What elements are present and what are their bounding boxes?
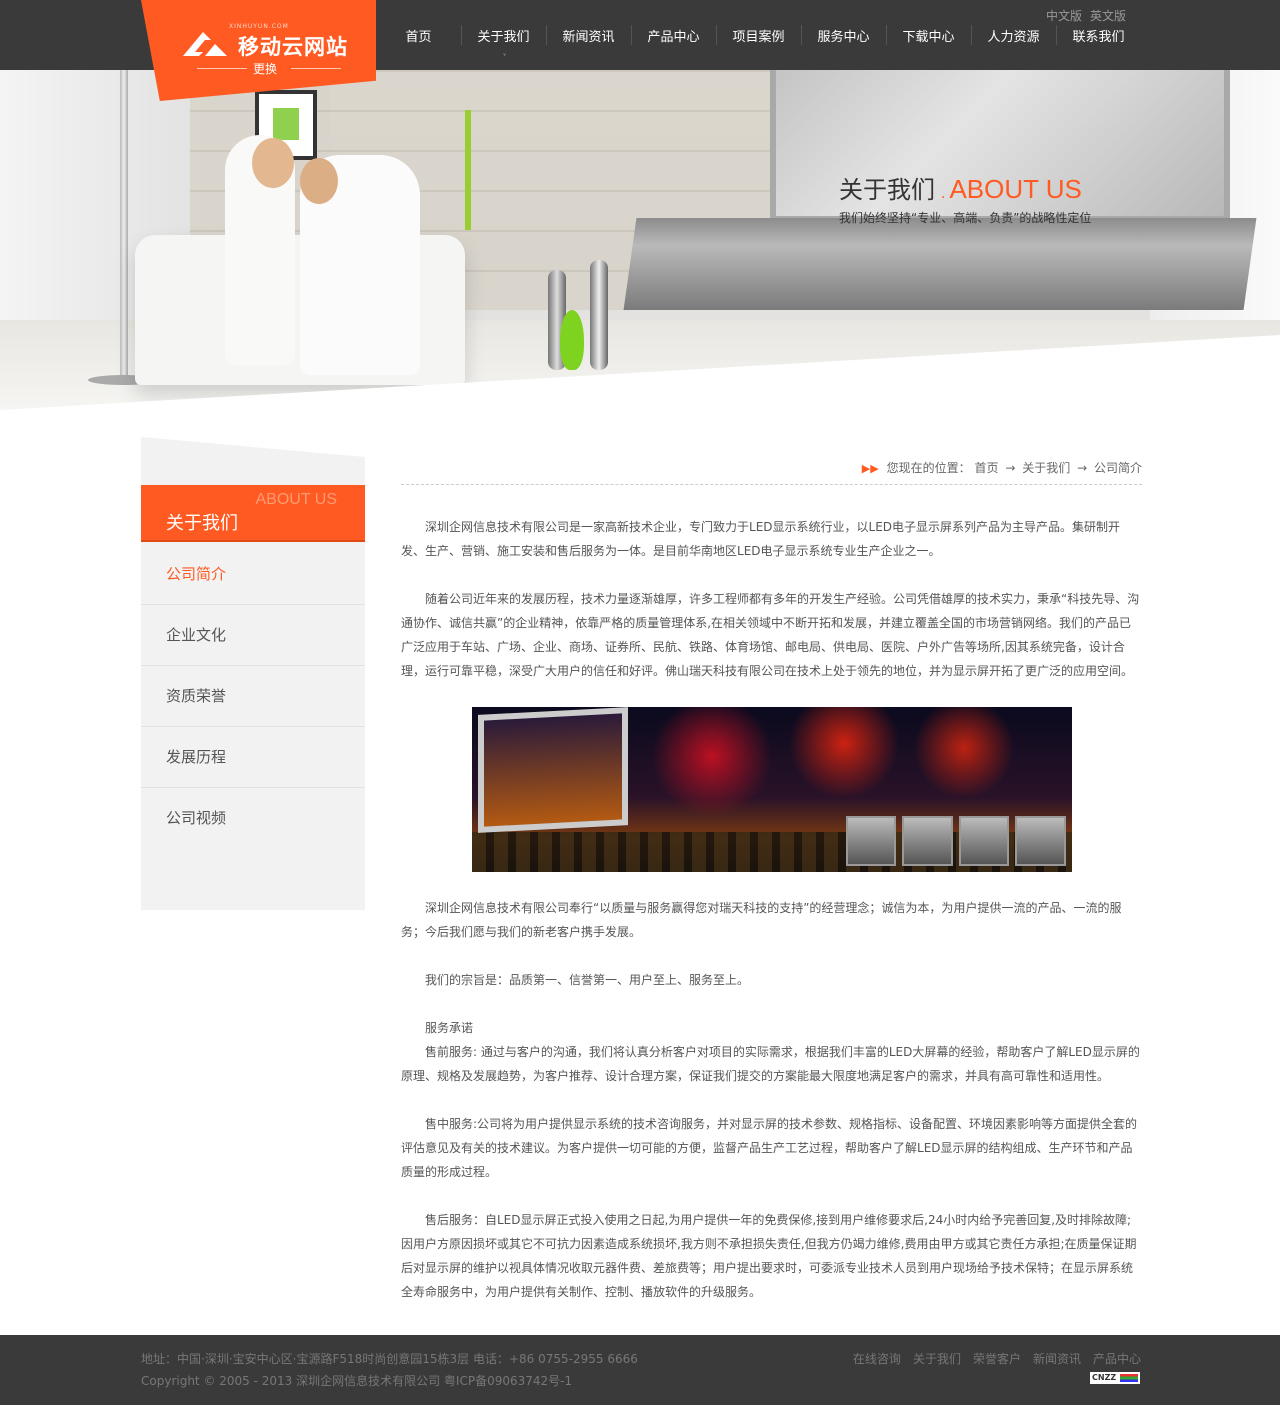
banner-man-head [300, 158, 338, 204]
sidebar-header-cn: 关于我们 [166, 513, 238, 534]
banner-plant [465, 110, 471, 230]
banner-picture [273, 108, 299, 140]
nav-products-label: 产品中心 [647, 30, 700, 45]
nav-separator [716, 25, 717, 45]
cnzz-bars-icon [1120, 1374, 1138, 1382]
nav-news[interactable]: 新闻资讯 [546, 0, 631, 70]
sidebar-item-honors[interactable]: 资质荣誉 [141, 666, 365, 727]
footer-link-clients[interactable]: 荣誉客户 [973, 1352, 1021, 1366]
product-thumb [902, 816, 953, 866]
nav-separator [1056, 25, 1057, 45]
nav-separator [546, 25, 547, 45]
breadcrumb-separator: → [1005, 461, 1016, 475]
nav-contact-label: 联系我们 [1072, 30, 1125, 45]
nav-about[interactable]: 关于我们 ˅ [461, 0, 546, 70]
fireworks-led-image [471, 707, 1072, 872]
nav-products[interactable]: 产品中心 [631, 0, 716, 70]
article-paragraph: 我们的宗旨是：品质第一、信誉第一、用户至上、服务至上。 [425, 973, 750, 987]
banner-title: 关于我们. ABOUT US [839, 170, 1082, 205]
nav-news-label: 新闻资讯 [562, 30, 615, 45]
article-paragraph: 深圳企网信息技术有限公司是一家高新技术企业，专门致力于LED显示系统行业，以LE… [401, 520, 1121, 558]
article-paragraph: 售中服务:公司将为用户提供显示系统的技术咨询服务，并对显示屏的技术参数、规格指标… [401, 1117, 1138, 1179]
logo-tagline: XINHUYUN.COM [229, 23, 289, 30]
article-paragraph: 随着公司近年来的发展历程，技术力量逐渐雄厚，许多工程师都有多年的开发生产经验。公… [401, 592, 1140, 678]
nav-cases[interactable]: 项目案例 [716, 0, 801, 70]
house-logo-icon [183, 32, 227, 56]
cnzz-badge-label: CNZZ [1092, 1373, 1117, 1382]
article-paragraph: 售后服务：自LED显示屏正式投入使用之日起,为用户提供一年的免费保修,接到用户维… [401, 1213, 1137, 1299]
service-commitment-title: 服务承诺 [425, 1021, 474, 1035]
nav-separator [631, 25, 632, 45]
logo-divider [291, 68, 341, 69]
nav-separator [886, 25, 887, 45]
banner-woman-head [252, 138, 294, 188]
cnzz-badge[interactable]: CNZZ [1090, 1372, 1140, 1384]
footer-link-consult[interactable]: 在线咨询 [853, 1352, 901, 1366]
hero-banner: 关于我们. ABOUT US 我们始终坚持“专业、高端、负责”的战略性定位 [0, 70, 1280, 410]
breadcrumb-separator: → [1077, 461, 1088, 475]
product-thumb [1015, 816, 1066, 866]
footer-links: 在线咨询 关于我们 荣誉客户 新闻资讯 产品中心 [841, 1350, 1141, 1367]
footer-address: 地址：中国·深圳·宝安中心区·宝源路F518时尚创意园15栋3层 电话：+86 … [141, 1352, 638, 1366]
banner-lamp [120, 70, 128, 380]
main-nav: 首页 关于我们 ˅ 新闻资讯 产品中心 项目案例 服务中心 下载中心 人力资源 联… [376, 0, 1141, 70]
breadcrumb-current: 公司简介 [1093, 461, 1142, 475]
nav-service[interactable]: 服务中心 [801, 0, 886, 70]
banner-title-dot: . [941, 186, 946, 202]
lang-english-link[interactable]: 英文版 [1090, 9, 1126, 23]
banner-title-en: ABOUT US [949, 174, 1082, 204]
logo-change-link[interactable]: 更换 [253, 60, 277, 77]
footer-link-news[interactable]: 新闻资讯 [1033, 1352, 1081, 1366]
footer-link-about[interactable]: 关于我们 [913, 1352, 961, 1366]
billboard-screen [477, 707, 628, 833]
nav-separator [461, 25, 462, 45]
language-switcher: 中文版 英文版 [1038, 7, 1126, 24]
nav-separator [971, 25, 972, 45]
product-thumb [845, 816, 896, 866]
nav-about-label: 关于我们 [477, 30, 530, 45]
sidebar-item-video[interactable]: 公司视频 [141, 788, 365, 849]
banner-subtitle: 我们始终坚持“专业、高端、负责”的战略性定位 [839, 211, 1092, 225]
logo-text: 移动云网站 [238, 35, 348, 59]
sidebar-item-culture[interactable]: 企业文化 [141, 605, 365, 666]
sidebar-item-company-profile[interactable]: 公司简介 [141, 544, 365, 605]
nav-cases-label: 项目案例 [732, 30, 785, 45]
product-thumbnails [845, 816, 1066, 866]
article-content: 深圳企网信息技术有限公司是一家高新技术企业，专门致力于LED显示系统行业，以LE… [401, 515, 1142, 1304]
sidebar-menu: 公司简介 企业文化 资质荣誉 发展历程 公司视频 [141, 544, 365, 849]
nav-home-label: 首页 [405, 30, 432, 45]
logo-divider [197, 68, 247, 69]
banner-title-cn: 关于我们 [839, 176, 935, 204]
product-thumb [958, 816, 1009, 866]
nav-hr-label: 人力资源 [987, 30, 1040, 45]
chevron-down-icon: ˅ [501, 53, 506, 62]
sidebar-item-history[interactable]: 发展历程 [141, 727, 365, 788]
banner-green-vase [560, 310, 584, 370]
article-paragraph: 深圳企网信息技术有限公司奉行“以质量与服务赢得您对瑞天科技的支持”的经营理念；诚… [401, 901, 1122, 939]
lang-chinese-link[interactable]: 中文版 [1046, 9, 1082, 23]
article-paragraph: 售前服务: 通过与客户的沟通，我们将认真分析客户对项目的实际需求，根据我们丰富的… [401, 1045, 1140, 1083]
breadcrumb-home[interactable]: 首页 [975, 461, 999, 475]
sidebar-header: ABOUT US 关于我们 [141, 485, 365, 542]
footer-link-products[interactable]: 产品中心 [1093, 1352, 1141, 1366]
sidebar-header-en: ABOUT US [255, 491, 338, 508]
double-arrow-icon: ▶▶ [861, 462, 879, 475]
nav-download-label: 下载中心 [902, 30, 955, 45]
banner-cabinet [623, 218, 1257, 310]
footer-copyright: Copyright © 2005 - 2013 深圳企网信息技术有限公司 粤IC… [141, 1374, 573, 1388]
nav-service-label: 服务中心 [817, 30, 870, 45]
breadcrumb-about[interactable]: 关于我们 [1022, 461, 1070, 475]
site-footer: 地址：中国·深圳·宝安中心区·宝源路F518时尚创意园15栋3层 电话：+86 … [0, 1335, 1280, 1405]
nav-separator [801, 25, 802, 45]
nav-download[interactable]: 下载中心 [886, 0, 971, 70]
breadcrumb: ▶▶ 您现在的位置： 首页 → 关于我们 → 公司简介 [401, 459, 1142, 485]
breadcrumb-prefix: 您现在的位置： [886, 461, 971, 475]
banner-vase [590, 260, 608, 370]
nav-home[interactable]: 首页 [376, 0, 461, 70]
